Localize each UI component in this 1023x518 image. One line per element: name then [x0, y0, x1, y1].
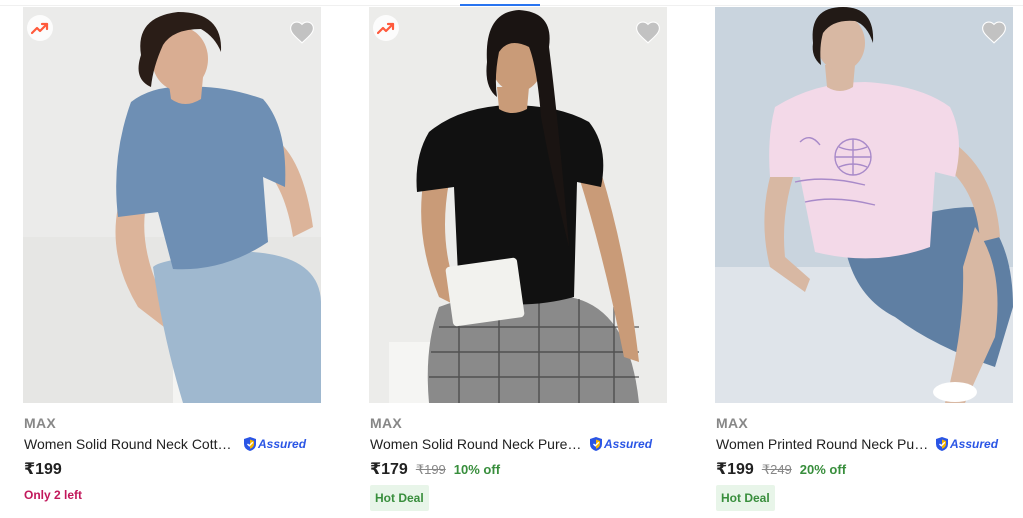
hot-deal-badge: Hot Deal: [716, 485, 775, 511]
discount-percent: 10% off: [453, 462, 501, 477]
product-title[interactable]: Women Solid Round Neck Cotton Blend T-Sh…: [24, 436, 237, 452]
product-image[interactable]: [369, 7, 667, 403]
product-card[interactable]: MAX Women Printed Round Neck Pure Cotton…: [715, 7, 1013, 518]
brand-name: MAX: [24, 415, 57, 431]
title-row[interactable]: Women Printed Round Neck Pure Cotton T-S…: [716, 434, 1016, 454]
assured-badge: Assured: [589, 436, 652, 452]
trending-up-icon: [27, 15, 53, 41]
stock-note: Only 2 left: [24, 488, 83, 502]
brand-name: MAX: [370, 415, 403, 431]
assured-badge: Assured: [243, 436, 306, 452]
price-row: ₹179 ₹199 10% off: [370, 459, 500, 479]
assured-label: Assured: [258, 437, 307, 451]
product-title[interactable]: Women Printed Round Neck Pure Cotton T-S…: [716, 436, 929, 452]
assured-label: Assured: [604, 437, 653, 451]
original-price: ₹249: [761, 462, 792, 477]
discount-percent: 20% off: [799, 462, 847, 477]
heart-icon[interactable]: [979, 17, 1009, 47]
assured-label: Assured: [950, 437, 999, 451]
title-row[interactable]: Women Solid Round Neck Pure Cotton T-Shi…: [370, 434, 670, 454]
active-tab-indicator: [460, 4, 540, 6]
trending-up-icon: [373, 15, 399, 41]
product-image[interactable]: [23, 7, 321, 403]
assured-shield-icon: [590, 437, 602, 451]
heart-icon[interactable]: [633, 17, 663, 47]
hot-deal-badge: Hot Deal: [370, 485, 429, 511]
product-card[interactable]: MAX Women Solid Round Neck Pure Cotton T…: [369, 7, 667, 518]
price-row: ₹199 ₹249 20% off: [716, 459, 846, 479]
assured-shield-icon: [244, 437, 256, 451]
original-price: ₹199: [415, 462, 446, 477]
product-card[interactable]: MAX Women Solid Round Neck Cotton Blend …: [23, 7, 321, 518]
selling-price: ₹179: [370, 461, 408, 478]
product-image[interactable]: [715, 7, 1013, 403]
product-title[interactable]: Women Solid Round Neck Pure Cotton T-Shi…: [370, 436, 583, 452]
selling-price: ₹199: [716, 461, 754, 478]
price-row: ₹199: [24, 459, 62, 479]
selling-price: ₹199: [24, 461, 62, 478]
assured-badge: Assured: [935, 436, 998, 452]
heart-icon[interactable]: [287, 17, 317, 47]
assured-shield-icon: [936, 437, 948, 451]
title-row[interactable]: Women Solid Round Neck Cotton Blend T-Sh…: [24, 434, 324, 454]
brand-name: MAX: [716, 415, 749, 431]
